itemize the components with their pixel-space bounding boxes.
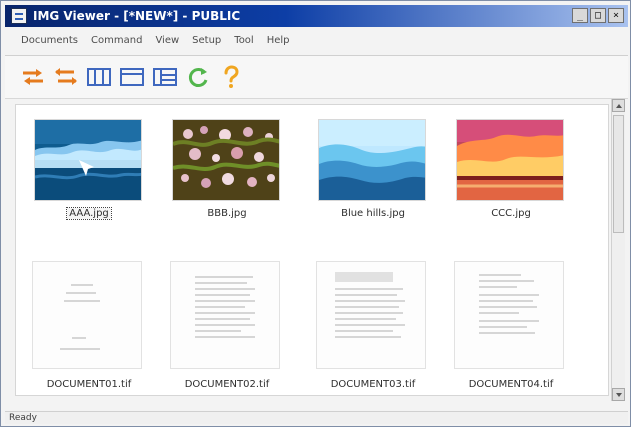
document-line	[479, 274, 521, 276]
document-line	[479, 326, 527, 328]
document-line	[335, 294, 397, 296]
thumbnail-image-flowers	[172, 119, 280, 201]
single-pane-button[interactable]	[118, 63, 146, 91]
thumbnail-item-blue-hills[interactable]: Blue hills.jpg	[308, 105, 438, 245]
thumbnail-label-blue-hills: Blue hills.jpg	[341, 208, 405, 219]
document-line	[479, 280, 534, 282]
compare-button[interactable]	[52, 63, 80, 91]
help-button[interactable]	[217, 63, 245, 91]
document-line	[66, 292, 96, 294]
document-line	[195, 324, 255, 326]
document-line	[335, 324, 405, 326]
document-line	[195, 312, 255, 314]
thumbnail-item-document01[interactable]: DOCUMENT01.tif	[24, 261, 154, 395]
document-line	[195, 318, 250, 320]
app-icon	[11, 8, 27, 24]
maximize-button[interactable]: □	[590, 8, 606, 23]
thumbnail-label-document03: DOCUMENT03.tif	[330, 379, 416, 390]
thumbnail-label-ccc: CCC.jpg	[491, 208, 531, 219]
menu-item-help[interactable]: Help	[267, 35, 290, 47]
refresh-icon	[188, 68, 208, 87]
three-pane-button[interactable]	[85, 63, 113, 91]
scroll-down-button[interactable]	[612, 388, 625, 401]
thumbnail-item-bbb[interactable]: BBB.jpg	[162, 105, 292, 245]
document-line	[335, 306, 399, 308]
thumbnail-image-document01	[32, 261, 142, 369]
vertical-scrollbar[interactable]	[611, 99, 625, 401]
refresh-button[interactable]	[184, 63, 212, 91]
thumbnail-label-document02: DOCUMENT02.tif	[184, 379, 270, 390]
title-bar[interactable]: IMG Viewer - [*NEW*] - PUBLIC _ □ ×	[5, 5, 628, 27]
document-line	[479, 286, 517, 288]
thumbnail-item-document03[interactable]: DOCUMENT03.tif	[308, 261, 438, 395]
document-line	[479, 300, 533, 302]
document-line	[64, 300, 100, 302]
details-view-button[interactable]	[151, 63, 179, 91]
scroll-up-button[interactable]	[612, 99, 625, 112]
document-line	[335, 336, 401, 338]
document-line	[479, 320, 539, 322]
document-line	[195, 294, 250, 296]
thumbnail-label-aaa: AAA.jpg	[66, 207, 112, 220]
thumbnail-view: AAA.jpg BBB.jpg Blue hills.jpg CCC.jpg D…	[15, 104, 609, 396]
menu-item-tool[interactable]: Tool	[234, 35, 253, 47]
document-line	[195, 276, 253, 278]
scroll-thumb[interactable]	[613, 115, 624, 233]
document-line	[195, 288, 255, 290]
window-title: IMG Viewer - [*NEW*] - PUBLIC	[33, 9, 241, 23]
menu-item-command[interactable]: Command	[91, 35, 142, 47]
swap-arrows-icon	[23, 69, 43, 85]
document-line	[60, 348, 100, 350]
document-line	[335, 318, 396, 320]
menu-item-setup[interactable]: Setup	[192, 35, 221, 47]
document-line	[195, 330, 241, 332]
document-line	[195, 306, 245, 308]
menu-item-view[interactable]: View	[155, 35, 179, 47]
thumbnail-label-document01: DOCUMENT01.tif	[46, 379, 132, 390]
thumbnail-image-hills	[318, 119, 426, 201]
menu-bar: Documents Command View Setup Tool Help	[5, 31, 628, 50]
window-controls: _ □ ×	[572, 8, 624, 23]
thumbnail-image-document04	[454, 261, 564, 369]
thumbnail-label-bbb: BBB.jpg	[207, 208, 247, 219]
document-line	[335, 300, 405, 302]
close-button[interactable]: ×	[608, 8, 624, 23]
thumbnail-image-sunset	[456, 119, 564, 201]
document-line	[195, 300, 255, 302]
document-line	[479, 306, 537, 308]
menu-item-documents[interactable]: Documents	[21, 35, 78, 47]
document-line	[479, 312, 519, 314]
document-line	[479, 294, 539, 296]
help-icon	[224, 65, 239, 88]
document-line	[71, 284, 93, 286]
thumbnail-item-document02[interactable]: DOCUMENT02.tif	[162, 261, 292, 395]
document-line	[195, 282, 247, 284]
document-header-block	[335, 272, 393, 282]
app-window: IMG Viewer - [*NEW*] - PUBLIC _ □ × Docu…	[0, 0, 631, 427]
thumbnail-image-ocean	[34, 119, 142, 201]
document-line	[479, 332, 535, 334]
thumbnail-image-document02	[170, 261, 280, 369]
thumbnail-item-aaa[interactable]: AAA.jpg	[24, 105, 154, 245]
status-bar: Ready	[5, 411, 628, 424]
document-line	[335, 330, 393, 332]
compare-arrows-icon	[55, 68, 77, 85]
swap-button[interactable]	[19, 63, 47, 91]
thumbnail-item-document04[interactable]: DOCUMENT04.tif	[446, 261, 576, 395]
thumbnail-image-document03	[316, 261, 426, 369]
single-pane-icon	[120, 68, 144, 86]
thumbnail-item-ccc[interactable]: CCC.jpg	[446, 105, 576, 245]
minimize-button[interactable]: _	[572, 8, 588, 23]
details-view-icon	[153, 68, 177, 86]
three-pane-icon	[87, 68, 111, 86]
document-line	[72, 337, 86, 339]
thumbnail-label-document04: DOCUMENT04.tif	[468, 379, 554, 390]
toolbar	[5, 55, 628, 99]
document-line	[335, 288, 403, 290]
document-line	[335, 312, 403, 314]
document-line	[195, 336, 255, 338]
